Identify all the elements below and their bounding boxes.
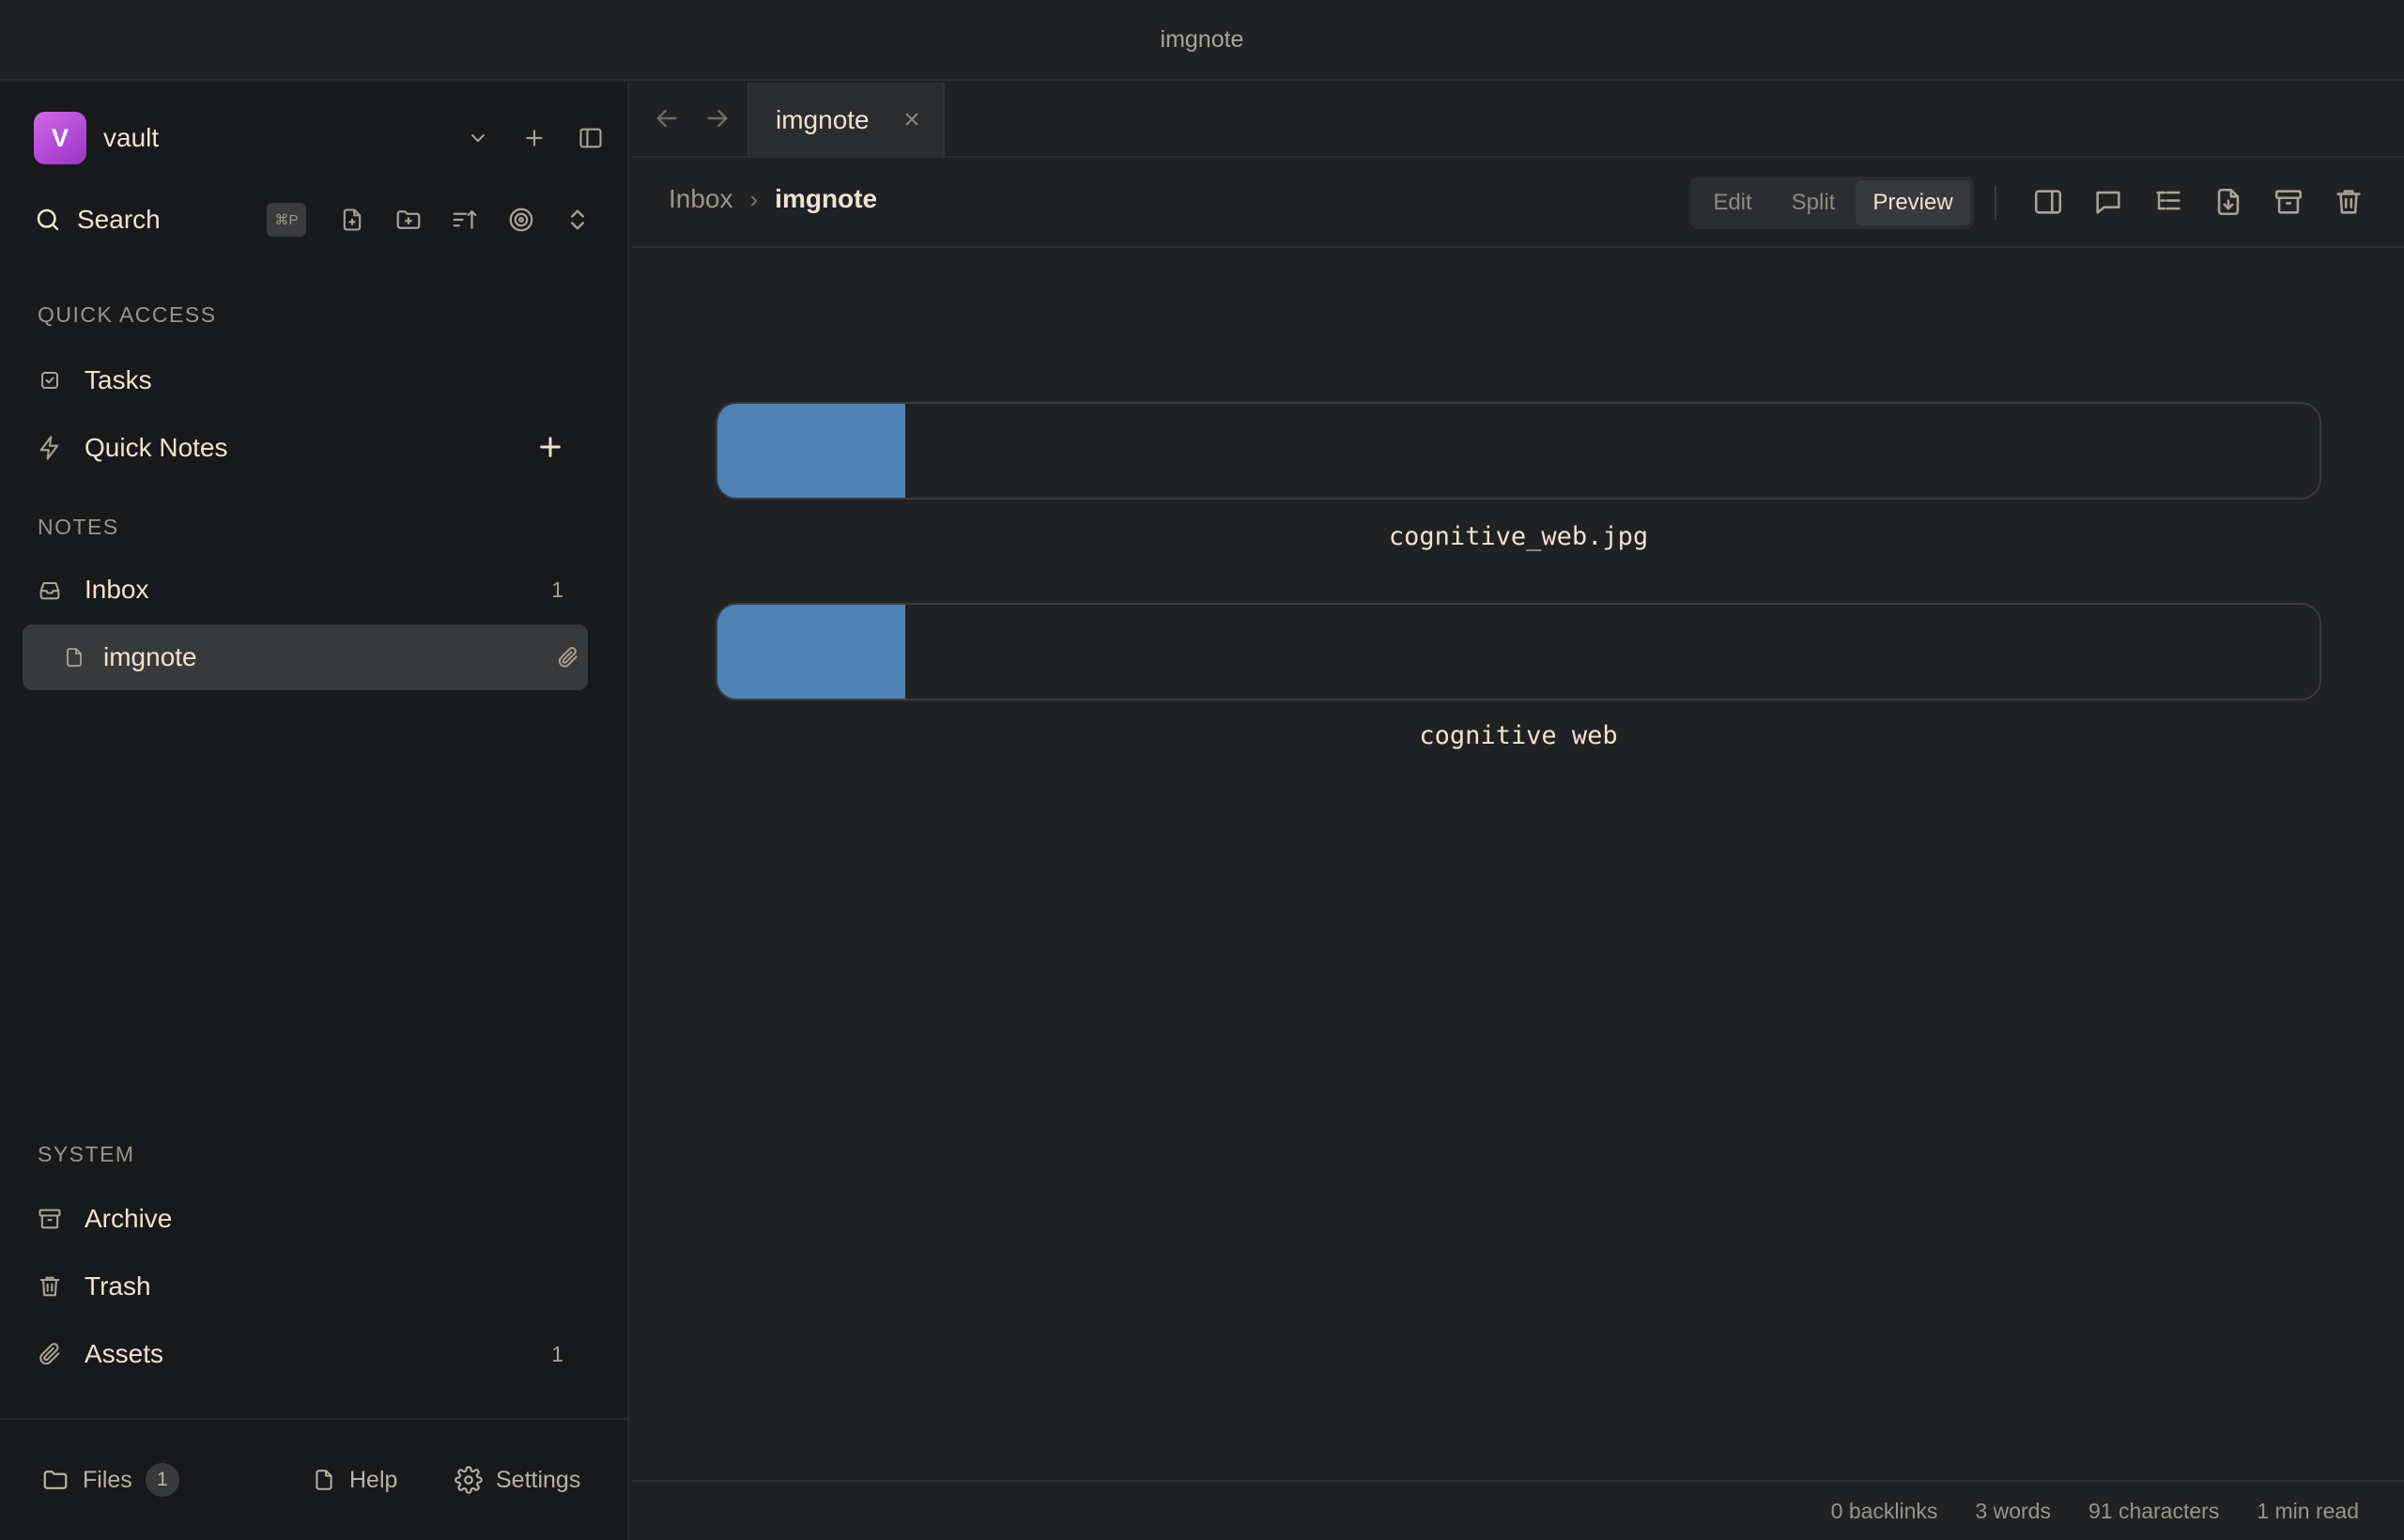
outline-icon[interactable]	[2152, 186, 2184, 218]
sidebar-item-label: Trash	[85, 1271, 151, 1301]
sidebar-item-label: Quick Notes	[85, 433, 228, 462]
search-shortcut: ⌘P	[267, 203, 306, 237]
sidebar-item-label: imgnote	[103, 642, 197, 671]
sidebar-item-label: Inbox	[85, 575, 149, 604]
image-placeholder	[717, 605, 905, 699]
history-nav	[652, 103, 732, 133]
sidebar-item-archive[interactable]: Archive	[23, 1186, 588, 1252]
breadcrumb-inbox[interactable]: Inbox	[669, 184, 733, 214]
word-count: 3 words	[1975, 1498, 2051, 1523]
settings-label: Settings	[496, 1466, 581, 1493]
window-title: imgnote	[1160, 25, 1244, 53]
mode-split-button[interactable]: Split	[1771, 180, 1856, 225]
mode-edit-button[interactable]: Edit	[1694, 180, 1771, 225]
tab-imgnote[interactable]: imgnote	[747, 83, 945, 158]
paperclip-icon	[36, 1340, 64, 1368]
sidebar-toolbar	[336, 204, 593, 236]
export-icon[interactable]	[2212, 186, 2244, 218]
image-placeholder	[717, 404, 905, 498]
chevron-down-icon[interactable]	[462, 122, 494, 154]
preview-content: cognitive_web.jpg cognitive web	[631, 250, 2404, 1405]
file-icon	[316, 1470, 332, 1490]
sidebar-item-tasks[interactable]: Tasks	[23, 347, 588, 413]
sidebar-item-label: Tasks	[85, 365, 152, 394]
breadcrumb-separator: ›	[749, 184, 759, 213]
editor-toolbar: Inbox › imgnote Edit Split Preview	[631, 158, 2404, 248]
section-title-notes: NOTES	[38, 515, 119, 539]
files-count: 1	[145, 1463, 179, 1497]
new-folder-icon[interactable]	[393, 204, 424, 236]
view-mode-switch: Edit Split Preview	[1690, 177, 1974, 229]
checkbox-icon	[36, 366, 64, 394]
sidebar-item-trash[interactable]: Trash	[23, 1254, 588, 1319]
sidebar-item-inbox[interactable]: Inbox 1	[23, 557, 588, 623]
sidebar-item-label: Assets	[85, 1339, 164, 1368]
vault-switcher[interactable]: V vault	[34, 112, 607, 164]
sidebar-item-imgnote[interactable]: imgnote	[23, 624, 588, 690]
image-caption: cognitive_web.jpg	[1388, 522, 1649, 551]
archive-icon	[36, 1205, 64, 1233]
backlinks-count[interactable]: 0 backlinks	[1831, 1499, 1938, 1524]
arrow-right-icon[interactable]	[702, 103, 732, 133]
vault-name: vault	[103, 123, 160, 152]
tab-label: imgnote	[776, 105, 870, 134]
search-label: Search	[77, 205, 161, 234]
image-caption: cognitive web	[1419, 721, 1618, 750]
window-titlebar: imgnote	[0, 0, 2404, 81]
toolbar-actions	[2032, 186, 2365, 218]
folder-icon	[43, 1471, 68, 1489]
inbox-icon	[36, 576, 64, 604]
sidebar-item-assets[interactable]: Assets 1	[23, 1321, 588, 1387]
plus-icon[interactable]	[518, 122, 550, 154]
sidebar-footer: Files 1 Help Settings	[0, 1418, 627, 1540]
close-icon[interactable]	[900, 107, 924, 131]
image-embed[interactable]	[716, 603, 2321, 701]
image-embed[interactable]	[716, 402, 2321, 500]
sidebar-item-quick-notes[interactable]: Quick Notes	[23, 415, 588, 481]
editor-pane: imgnote Inbox › imgnote Edit Split Previ…	[631, 83, 2404, 1540]
gear-icon	[455, 1466, 483, 1494]
settings-button[interactable]: Settings	[455, 1466, 580, 1494]
file-icon	[60, 643, 88, 671]
vault-actions	[462, 112, 607, 164]
comment-icon[interactable]	[2092, 186, 2124, 218]
section-title-quick-access: QUICK ACCESS	[38, 302, 217, 327]
tab-bar: imgnote	[631, 83, 2404, 158]
target-icon[interactable]	[505, 204, 537, 236]
sidebar-toggle-icon[interactable]	[575, 122, 607, 154]
sidebar-item-label: Archive	[85, 1204, 173, 1233]
section-title-system: SYSTEM	[38, 1142, 135, 1166]
lightning-icon	[36, 434, 64, 462]
read-time: 1 min read	[2257, 1498, 2359, 1523]
search-icon	[37, 208, 59, 231]
files-label: Files	[83, 1466, 132, 1493]
mode-preview-button[interactable]: Preview	[1856, 180, 1970, 225]
sort-icon[interactable]	[449, 204, 481, 236]
add-quick-note-icon[interactable]	[535, 432, 565, 462]
toolbar-divider	[1995, 186, 1996, 220]
breadcrumb-current: imgnote	[775, 184, 878, 213]
help-label: Help	[349, 1466, 398, 1493]
help-button[interactable]: Help	[312, 1467, 397, 1494]
new-note-icon[interactable]	[336, 204, 368, 236]
search-button[interactable]: Search ⌘P	[34, 193, 607, 246]
vault-avatar: V	[34, 112, 86, 164]
files-button[interactable]: Files 1	[41, 1463, 179, 1497]
trash-icon[interactable]	[2333, 186, 2365, 218]
arrow-left-icon[interactable]	[652, 103, 682, 133]
archive-icon[interactable]	[2273, 186, 2304, 218]
character-count: 91 characters	[2088, 1498, 2220, 1523]
inbox-count: 1	[551, 577, 563, 602]
breadcrumb: Inbox › imgnote	[669, 184, 877, 214]
status-bar: 0 backlinks 3 words 91 characters 1 min …	[631, 1480, 2404, 1540]
expand-collapse-icon[interactable]	[562, 204, 593, 236]
trash-icon	[36, 1272, 64, 1301]
sidebar: V vault Search ⌘P QUICK ACCESS Tasks Qui…	[0, 83, 629, 1540]
assets-count: 1	[551, 1341, 563, 1366]
paperclip-icon	[556, 645, 580, 670]
panel-right-icon[interactable]	[2032, 186, 2064, 218]
